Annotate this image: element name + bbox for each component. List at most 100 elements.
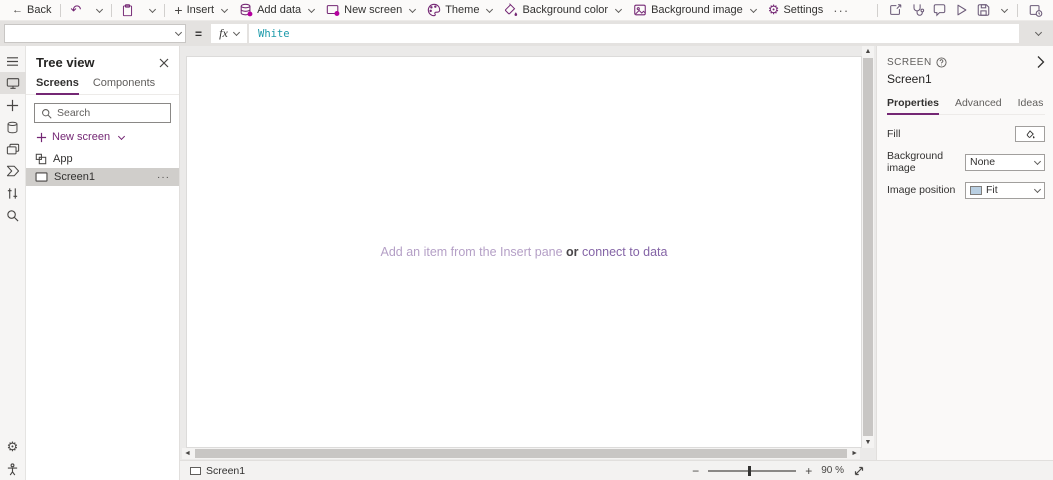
image-position-label: Image position [887,184,956,196]
canvas-area: Add an item from the Insert pane or conn… [180,46,876,460]
new-screen-button[interactable]: New screen [26,128,179,150]
tree-item-app[interactable]: App [26,150,179,168]
content-row: Add an item from the Insert pane or conn… [180,46,1053,460]
background-image-menu[interactable]: Background image [627,0,762,20]
undo-dropdown[interactable] [87,0,108,20]
chevron-down-icon [174,28,183,37]
formula-text: White [258,27,290,40]
background-color-menu[interactable]: Background color [498,0,627,20]
tree-item-label: Screen1 [54,171,95,183]
vertical-scrollbar[interactable]: ▲ ▼ [862,46,874,448]
vertical-scrollbar-thumb[interactable] [863,58,873,436]
background-image-select[interactable]: None [965,153,1045,171]
image-position-select[interactable]: Fit [965,181,1045,199]
hamburger-menu-button[interactable] [0,50,26,72]
zoom-slider[interactable] [708,465,797,476]
properties-panel-header: SCREEN [887,55,1045,69]
screen-canvas[interactable]: Add an item from the Insert pane or conn… [186,56,862,448]
palette-icon [427,3,441,17]
properties-panel: SCREEN Screen1 Properties Advanced Ideas… [876,46,1053,460]
tree-item-screen1[interactable]: Screen1 ··· [26,168,179,186]
rail-insert-button[interactable] [0,94,26,116]
rail-variables-button[interactable] [0,182,26,204]
new-screen-menu[interactable]: New screen [320,0,421,20]
horizontal-scrollbar-thumb[interactable] [194,449,848,458]
bottom-screen-tab[interactable]: Screen1 [180,461,255,480]
help-icon[interactable] [936,56,947,68]
theme-menu[interactable]: Theme [421,0,498,20]
chevron-down-icon [1034,28,1042,37]
scroll-up-icon[interactable]: ▲ [863,46,874,57]
close-icon[interactable] [159,58,169,68]
canvas-hint-or: or [566,245,579,259]
rail-search-button[interactable] [0,204,26,226]
background-image-field-row: Background image None [887,150,1045,174]
horizontal-scrollbar[interactable]: ◄ ► [182,448,860,459]
equals-sign: = [195,26,203,41]
fx-function-menu[interactable]: fx [211,24,248,43]
rail-tree-view-button[interactable] [0,72,26,94]
tab-advanced[interactable]: Advanced [955,95,1002,114]
app-checker-icon[interactable] [910,3,925,17]
zoom-in-button[interactable]: + [805,464,812,478]
tab-properties[interactable]: Properties [887,95,939,115]
zoom-out-button[interactable]: − [692,464,699,478]
search-icon [41,108,52,119]
chevron-down-icon [149,5,157,13]
toolbar-divider [111,3,113,17]
scroll-down-icon[interactable]: ▼ [863,437,874,448]
fill-color-picker[interactable] [1015,126,1045,142]
workspace: Add an item from the Insert pane or conn… [180,46,1053,480]
tab-ideas[interactable]: Ideas [1018,95,1044,114]
back-arrow-icon: ← [12,4,23,16]
add-data-menu[interactable]: Add data [233,0,320,20]
toolbar-divider [1017,3,1018,17]
formula-bar-expand-button[interactable] [1019,28,1053,37]
tab-components[interactable]: Components [93,75,155,94]
rail-settings-button[interactable]: ⚙ [0,436,26,458]
paste-dropdown[interactable] [140,0,161,20]
preview-play-icon[interactable] [954,3,969,17]
comments-icon[interactable] [932,3,947,17]
canvas-hint-text: Add an item from the Insert pane [380,245,567,259]
chevron-down-icon [409,5,417,13]
rail-power-automate-button[interactable] [0,160,26,182]
undo-button[interactable]: ↶ [64,0,87,20]
back-button[interactable]: ← Back [6,0,57,20]
gear-icon: ⚙ [6,439,19,454]
screen-icon [190,466,201,475]
theme-label: Theme [445,4,480,16]
bottom-screen-tab-label: Screen1 [206,464,246,477]
tab-screens[interactable]: Screens [36,75,79,95]
toolbar-divider [877,3,878,17]
scroll-right-icon[interactable]: ► [849,448,860,459]
connect-to-data-link[interactable]: connect to data [579,245,667,259]
undo-icon: ↶ [70,2,82,17]
rail-data-button[interactable] [0,116,26,138]
settings-menu[interactable]: ⚙ Settings [762,0,829,20]
publish-icon[interactable] [1028,3,1043,17]
new-screen-icon [326,3,340,17]
chevron-down-icon [232,28,240,37]
share-icon[interactable] [888,3,903,17]
save-icon[interactable] [976,3,991,17]
collapse-panel-chevron-icon[interactable] [1036,55,1045,69]
formula-bar: = fx White [0,21,1053,46]
toolbar-overflow-button[interactable]: ··· [829,0,853,20]
item-more-button[interactable]: ··· [157,172,170,183]
fit-to-window-icon[interactable] [853,465,865,477]
formula-input[interactable]: White [249,24,1019,43]
save-options-chevron-icon[interactable] [1000,5,1009,13]
paste-button[interactable] [115,0,140,20]
scroll-left-icon[interactable]: ◄ [182,448,193,459]
zoom-slider-handle[interactable] [747,465,751,476]
property-selector[interactable] [4,24,186,43]
toolbar-right-group [874,3,1053,17]
search-input[interactable] [57,107,164,119]
background-image-label: Background image [651,4,743,16]
rail-media-button[interactable] [0,138,26,160]
chevron-down-icon [96,5,104,13]
rail-accessibility-button[interactable] [0,458,26,480]
settings-label: Settings [783,4,824,16]
insert-menu[interactable]: + Insert [168,0,233,20]
